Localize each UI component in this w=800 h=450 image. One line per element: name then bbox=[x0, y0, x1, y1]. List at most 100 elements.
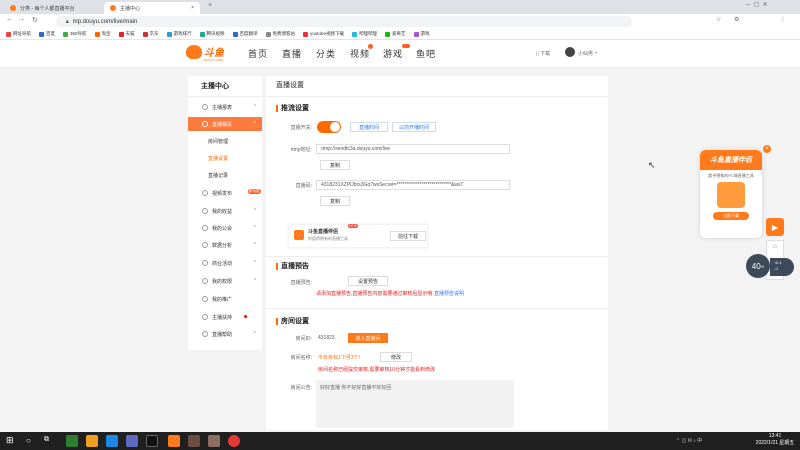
home-icon[interactable]: ⌂ bbox=[767, 243, 783, 250]
sidebar-item-business[interactable]: 商业活动 ^ bbox=[188, 256, 262, 270]
app-icon-green[interactable] bbox=[66, 435, 78, 447]
sidebar-item-analytics[interactable]: 数据分析 ^ bbox=[188, 238, 262, 252]
sidebar-item-live-records[interactable]: 直播记录 bbox=[188, 168, 262, 182]
sidebar-item-live[interactable]: 直播相关 ^ bbox=[188, 117, 262, 131]
taskbar-clock[interactable]: 13:41 2022/1/21 星期五 bbox=[755, 433, 795, 447]
sidebar-item-permissions[interactable]: 我的权限 ^ bbox=[188, 274, 262, 288]
play-circle-icon[interactable]: ▶ bbox=[766, 218, 784, 236]
douyu-logo[interactable]: 斗鱼 DOUYU.COM bbox=[186, 44, 224, 62]
sidebar-item-guild[interactable]: 我的公会 ^ bbox=[188, 221, 262, 235]
download-companion-button[interactable]: 前往下载 bbox=[390, 231, 426, 241]
bookmark-item[interactable]: 360导航 bbox=[63, 31, 87, 37]
tv-icon bbox=[202, 121, 208, 127]
fish-logo-icon bbox=[186, 44, 202, 59]
app-icon-black[interactable] bbox=[146, 435, 158, 447]
browser-tab-1[interactable]: 分类 - 每个人都直播平台 bbox=[4, 2, 102, 14]
live-time-button[interactable]: 直播时间 bbox=[350, 122, 388, 132]
nav-category[interactable]: 分类 bbox=[316, 47, 336, 60]
close-tab-icon[interactable]: × bbox=[191, 5, 194, 11]
support-icon bbox=[202, 314, 208, 320]
nav-live[interactable]: 直播 bbox=[282, 47, 302, 60]
nav-game[interactable]: 游戏 bbox=[383, 47, 403, 60]
live-toggle[interactable] bbox=[317, 121, 341, 133]
promo-title: 斗鱼直播伴侣 bbox=[308, 229, 339, 235]
address-bar[interactable]: 🔒︎ mp.douyu.com/live/main bbox=[56, 16, 632, 27]
task-view-icon[interactable]: ⧉ bbox=[44, 436, 49, 444]
rtmp-label: rtmp地址: bbox=[290, 147, 312, 153]
app-icon-brown[interactable] bbox=[188, 435, 200, 447]
bookmark-item[interactable]: 免费博客站 bbox=[265, 31, 295, 37]
bookmark-item[interactable]: 哔哩哔哩 bbox=[352, 31, 377, 37]
rtmp-address-field[interactable]: rtmp://sendtc3a.douyu.com/live bbox=[316, 144, 510, 154]
preview-help-link[interactable]: 直播预告说明 bbox=[434, 290, 464, 297]
room-notice-textarea[interactable]: 好好直播 你不好好直播不好好回 bbox=[316, 380, 514, 428]
bookmark-item[interactable]: 天猫 bbox=[118, 31, 135, 37]
page-title: 直播设置 bbox=[276, 82, 304, 89]
companion-float-ad[interactable]: 斗鱼直播伴侣 超乎想象的PC端直播工具 立即下载 bbox=[700, 150, 762, 238]
network-monitor-bubble[interactable]: 40% bbox=[746, 254, 770, 278]
windows-start-icon[interactable]: ⊞ bbox=[6, 435, 14, 446]
bookmark-item[interactable]: 网址导航 bbox=[6, 31, 31, 37]
copy-code-button[interactable]: 复制 bbox=[320, 196, 350, 206]
star-icon[interactable]: ☆ bbox=[716, 16, 721, 23]
copy-rtmp-button[interactable]: 复制 bbox=[320, 160, 350, 170]
bookmark-item[interactable]: 游戏排行 bbox=[166, 31, 192, 37]
close-ad-icon[interactable]: × bbox=[763, 145, 771, 153]
sidebar-item-support[interactable]: 主播扶持 bbox=[188, 310, 262, 324]
tab-label: 分类 - 每个人都直播平台 bbox=[20, 5, 75, 12]
bookmark-item[interactable]: 爱奇艺 bbox=[385, 31, 406, 37]
app-icon-layers[interactable] bbox=[86, 435, 98, 447]
sidebar-item-room-manage[interactable]: 房间管理 bbox=[188, 134, 262, 148]
download-link[interactable]: ▯ 下载 bbox=[536, 50, 550, 57]
chevron-up-icon: ^ bbox=[253, 121, 256, 127]
edit-room-name-button[interactable]: 修改 bbox=[380, 352, 412, 362]
bookmark-item[interactable]: 京东 bbox=[142, 31, 159, 37]
sidebar-item-video[interactable]: 视频发布 新功能 bbox=[188, 186, 262, 200]
bookmark-item[interactable]: 游戏 bbox=[413, 31, 430, 37]
bookmark-item[interactable]: 淘宝 bbox=[94, 31, 111, 37]
window-controls[interactable]: ─ ▢ ✕ bbox=[746, 1, 768, 8]
bookmark-item[interactable]: 百度 bbox=[39, 31, 55, 37]
stream-code-field[interactable]: 4318231XZPlJbrs3Gq?wsSecret=************… bbox=[316, 180, 510, 190]
douyu-app-icon[interactable] bbox=[168, 435, 180, 447]
forward-icon[interactable]: → bbox=[18, 16, 25, 23]
back-icon[interactable]: ← bbox=[6, 16, 13, 23]
extensions-icon[interactable]: ⚙ bbox=[734, 16, 739, 23]
app-icon-image[interactable] bbox=[208, 435, 220, 447]
nav-video[interactable]: 视频 bbox=[350, 47, 370, 60]
chevron-up-icon: ^ bbox=[253, 208, 256, 214]
search-icon[interactable]: ○ bbox=[26, 436, 31, 445]
logo-text: 斗鱼 bbox=[204, 48, 224, 59]
username[interactable]: 小仙男 bbox=[578, 50, 593, 57]
sidebar-item-report[interactable]: 主播报表 ^ bbox=[188, 100, 262, 114]
browser-tab-2[interactable]: 主播中心 × bbox=[104, 2, 200, 14]
bookmark-item[interactable]: youtube视频下载 bbox=[303, 31, 344, 37]
network-speed-pill: ↑0.1 ↓1 bbox=[770, 258, 794, 276]
previous-live-time-button[interactable]: 以前开播时间 bbox=[392, 122, 436, 132]
chevron-down-icon[interactable]: ▾ bbox=[595, 50, 597, 55]
bookmark-item[interactable]: 百度翻译 bbox=[232, 31, 258, 37]
code-label: 直播码: bbox=[295, 183, 312, 189]
tray-icons[interactable]: ⌃ ◫ ✉ ♪ 中 bbox=[676, 437, 702, 444]
chrome-icon[interactable] bbox=[228, 435, 240, 447]
nav-home[interactable]: 首页 bbox=[248, 47, 268, 60]
room-settings-heading: 房间设置 bbox=[276, 316, 309, 326]
new-tab-button[interactable]: + bbox=[208, 2, 212, 9]
app-icon-blue[interactable] bbox=[106, 435, 118, 447]
notification-dot bbox=[244, 315, 247, 318]
reload-icon[interactable]: ↻ bbox=[32, 16, 38, 24]
bookmark-item[interactable]: 腾讯视频 bbox=[199, 31, 225, 37]
sidebar-item-promotion[interactable]: 我的推广 bbox=[188, 292, 262, 306]
sidebar-item-help[interactable]: 直播帮助 ^ bbox=[188, 327, 262, 341]
avatar[interactable] bbox=[565, 47, 575, 57]
menu-icon[interactable]: ⋮ bbox=[780, 16, 786, 23]
set-preview-button[interactable]: 设置预告 bbox=[348, 276, 388, 286]
sidebar-item-live-settings[interactable]: 直播设置 bbox=[188, 151, 262, 165]
app-icon-cube[interactable] bbox=[126, 435, 138, 447]
room-name-value: 今日目标1个月3个! bbox=[318, 355, 360, 361]
ad-download-button[interactable]: 立即下载 bbox=[713, 212, 749, 220]
sidebar-item-income[interactable]: 我的收益 ^ bbox=[188, 204, 262, 218]
nav-yuba[interactable]: 鱼吧 bbox=[416, 47, 436, 60]
preview-label: 直播预告: bbox=[290, 280, 312, 286]
enter-room-button[interactable]: 进入直播间 bbox=[348, 333, 388, 343]
